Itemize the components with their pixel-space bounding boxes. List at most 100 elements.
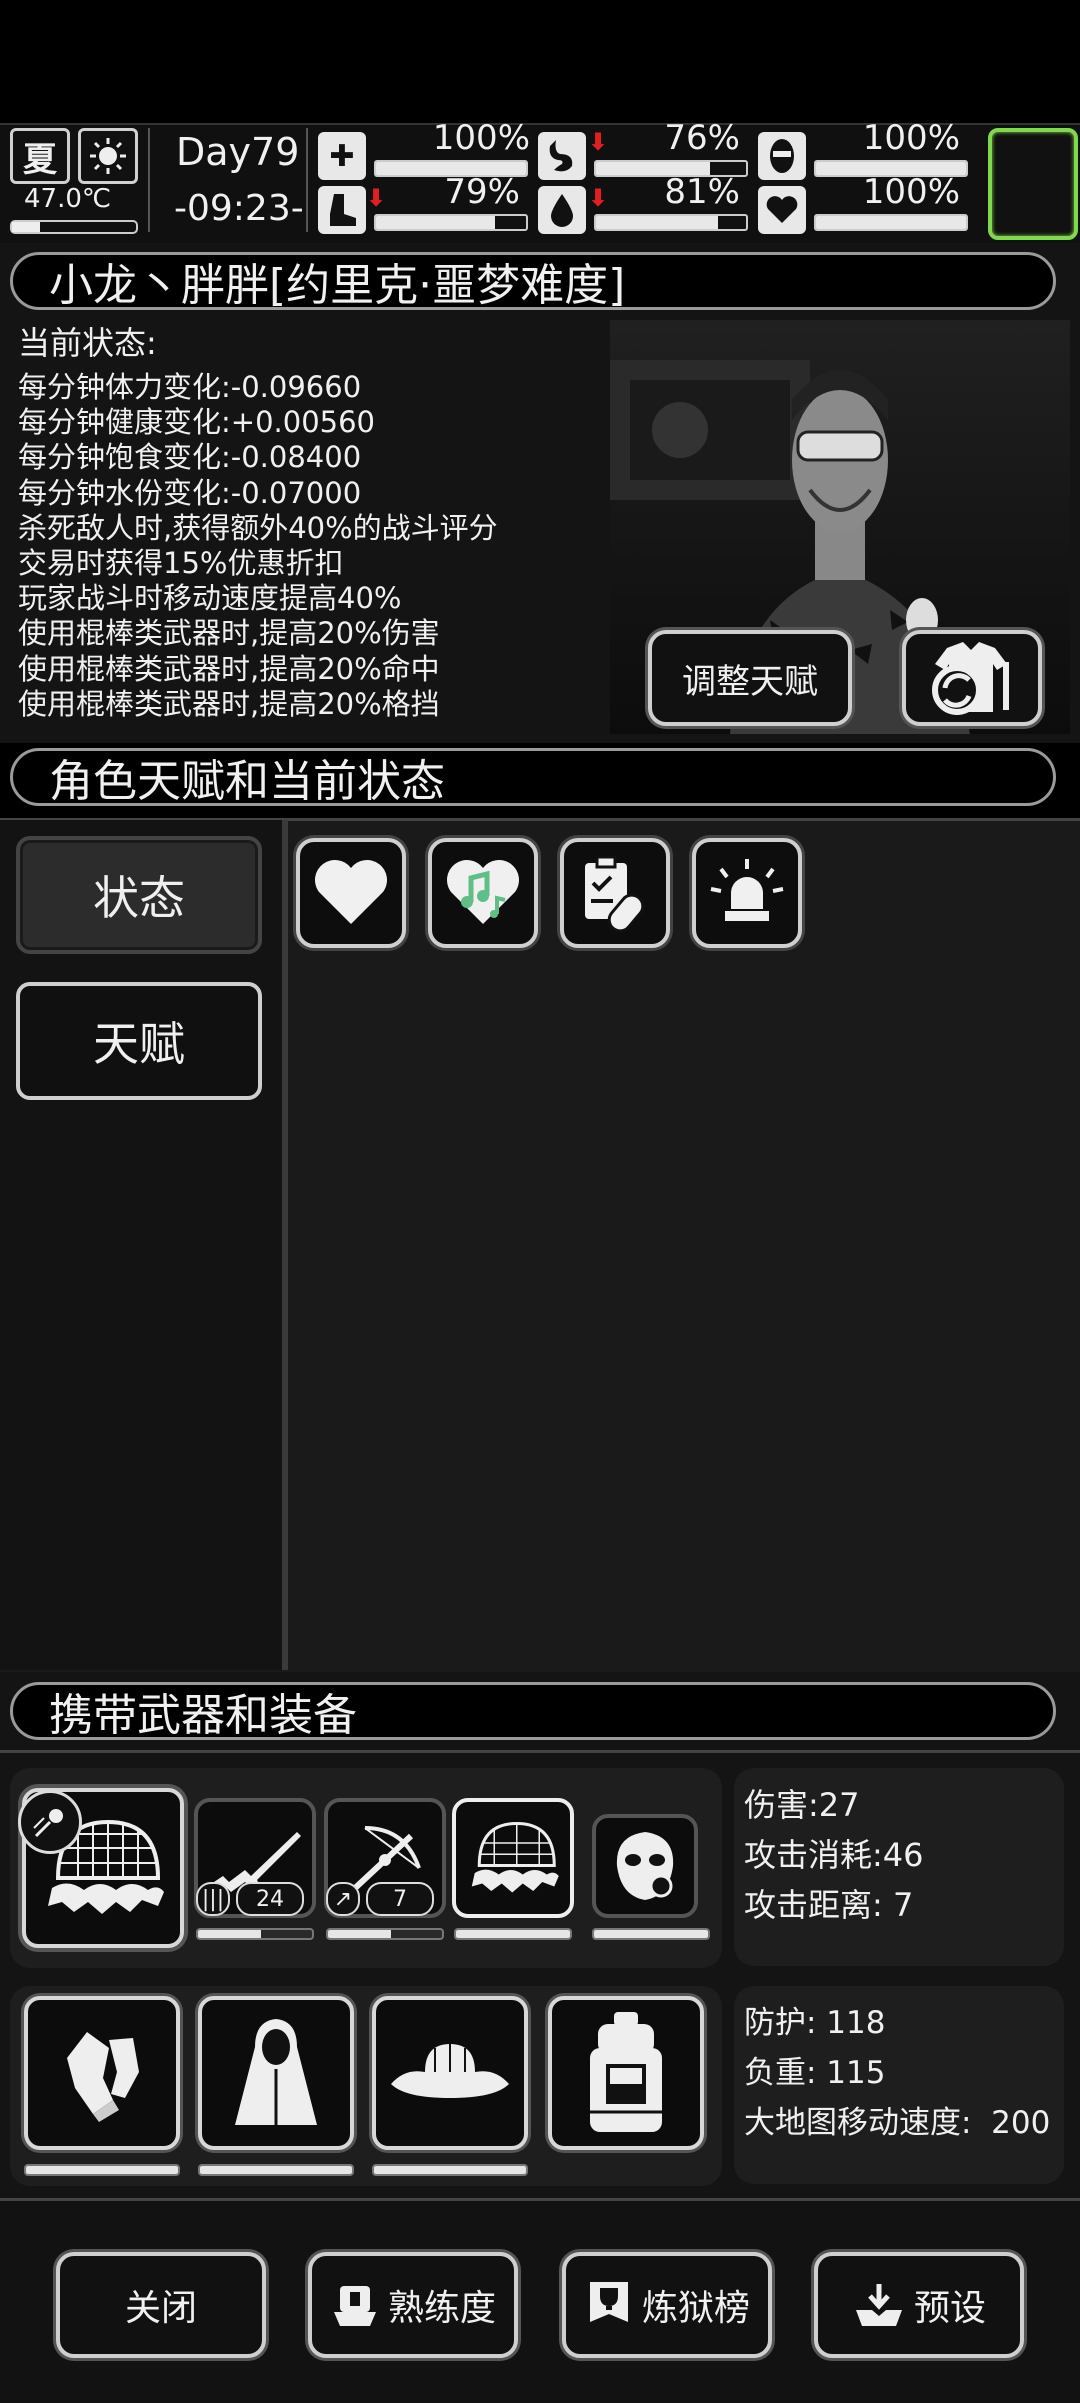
- day-counter: Day79: [176, 130, 300, 174]
- gloves-durability: [24, 2164, 180, 2176]
- medkit-icon: ✚: [318, 132, 366, 180]
- proficiency-icon: [333, 2286, 376, 2326]
- proficiency-label: 熟练度: [387, 2288, 496, 2329]
- weapon-slot-net-selected[interactable]: [452, 1798, 574, 1918]
- water-drop-icon: [538, 186, 586, 234]
- preset-button[interactable]: 预设: [814, 2252, 1024, 2358]
- season-indicator: 夏: [10, 128, 70, 184]
- water-value: 81%: [664, 172, 740, 212]
- straw-hat-icon: [391, 2044, 509, 2098]
- music-heart-icon: [447, 860, 519, 924]
- status-line: 使用棍棒类武器时,提高20%格挡: [18, 686, 440, 721]
- armor-slot-backpack[interactable]: [548, 1996, 704, 2150]
- tab-status[interactable]: 状态: [16, 836, 262, 954]
- proficiency-button[interactable]: 熟练度: [308, 2252, 518, 2358]
- preset-download-icon: [855, 2284, 902, 2326]
- stamina-bar: [374, 214, 528, 231]
- status-line: 每分钟健康变化:+0.00560: [18, 405, 375, 440]
- stamina-value: 79%: [444, 172, 520, 212]
- armor-slot-gloves[interactable]: [24, 1996, 180, 2150]
- status-line: 使用棍棒类武器时,提高20%命中: [18, 651, 440, 686]
- divider: [306, 128, 308, 232]
- status-line: 每分钟体力变化:-0.09660: [18, 370, 362, 404]
- clock-time: -09:23-: [174, 188, 304, 229]
- status-line: 每分钟水份变化:-0.07000: [18, 475, 362, 510]
- cloak-icon: [235, 2019, 317, 2125]
- map-speed-label: 大地图移动速度:: [744, 2105, 972, 2141]
- heart-icon: [758, 186, 806, 234]
- health-value: 100%: [432, 118, 530, 158]
- vitality-value: 100%: [862, 172, 960, 212]
- hunger-value: 76%: [664, 118, 740, 158]
- mood-status-tile[interactable]: [428, 838, 538, 948]
- throw-icon: [18, 1790, 82, 1854]
- divider: [0, 1750, 1080, 1753]
- alarm-status-tile[interactable]: [692, 838, 802, 948]
- weapon-stats: 伤害:27 攻击消耗:46 攻击距离: 7: [734, 1768, 1064, 1966]
- damage-value: 27: [818, 1786, 860, 1824]
- heart-status-tile[interactable]: [296, 838, 406, 948]
- defense-label: 防护:: [744, 2005, 817, 2041]
- backpack-icon: [590, 2012, 662, 2132]
- vitality-bar: [814, 214, 968, 231]
- stomach-icon: [538, 132, 586, 180]
- load-label: 负重:: [744, 2055, 817, 2091]
- armor-stats: 防护: 118 负重: 115 大地图移动速度: 200: [734, 1986, 1064, 2184]
- thermometer-icon: [10, 220, 138, 234]
- attack-range-label: 攻击距离:: [744, 1886, 883, 1924]
- ammo-icon: |||: [196, 1882, 230, 1916]
- adjust-talent-button[interactable]: 调整天赋: [648, 630, 852, 726]
- map-speed-value: 200: [971, 2105, 1051, 2141]
- mask-durability: [592, 1928, 710, 1940]
- attack-cost-label: 攻击消耗:: [744, 1836, 883, 1874]
- medicine-status-tile[interactable]: [560, 838, 670, 948]
- rifle-durability: [196, 1928, 314, 1940]
- tab-talent[interactable]: 天赋: [16, 982, 262, 1100]
- crossbow-durability: [326, 1928, 444, 1940]
- sun-icon: [78, 128, 138, 184]
- boot-icon: [318, 186, 366, 234]
- trophy-banner-icon: [589, 2282, 628, 2322]
- outfit-swap-icon: [932, 642, 1009, 715]
- net-trap-icon: [471, 1821, 559, 1893]
- alarm-light-icon: [710, 859, 784, 921]
- equipment-slot-mask[interactable]: [592, 1814, 698, 1918]
- water-bar: [594, 214, 748, 231]
- status-line: 杀死敌人时,获得额外40%的战斗评分: [18, 510, 498, 545]
- cloak-durability: [198, 2164, 354, 2176]
- rifle-ammo-count: 24: [236, 1882, 304, 1916]
- defense-value: 118: [816, 2005, 886, 2041]
- change-outfit-button[interactable]: [902, 630, 1042, 726]
- load-value: 115: [816, 2055, 886, 2091]
- preset-label: 预设: [913, 2288, 986, 2329]
- status-line: 使用棍棒类武器时,提高20%伤害: [18, 616, 440, 651]
- gloves-icon: [67, 2032, 139, 2122]
- talents-header: 角色天赋和当前状态: [10, 748, 1056, 807]
- mask-icon: [758, 132, 806, 180]
- temperature-label: 47.0℃: [24, 184, 112, 214]
- status-line: 交易时获得15%优惠折扣: [18, 546, 344, 581]
- divider: [148, 128, 150, 232]
- status-line: 玩家战斗时移动速度提高40%: [18, 581, 402, 616]
- close-button[interactable]: 关闭: [56, 2252, 266, 2358]
- character-title: 小龙丶胖胖[约里克·噩梦难度]: [10, 252, 1056, 311]
- ranking-label: 炼狱榜: [641, 2288, 750, 2329]
- crossbow-ammo-count: 7: [366, 1882, 434, 1916]
- attack-cost-value: 46: [882, 1836, 924, 1874]
- ranking-button[interactable]: 炼狱榜: [562, 2252, 772, 2358]
- hat-durability: [372, 2164, 528, 2176]
- damage-label: 伤害:: [744, 1786, 819, 1824]
- armor-slot-cloak[interactable]: [198, 1996, 354, 2150]
- mood-value: 100%: [862, 118, 960, 158]
- gas-mask-icon: [616, 1832, 674, 1900]
- status-heading: 当前状态:: [18, 324, 157, 362]
- net-durability: [454, 1928, 572, 1940]
- status-line: 每分钟饱食变化:-0.08400: [18, 440, 362, 475]
- clipboard-pill-icon: [585, 855, 645, 933]
- attack-range-value: 7: [882, 1886, 914, 1924]
- status-lines: 每分钟体力变化:-0.09660 每分钟健康变化:+0.00560 每分钟饱食变…: [18, 370, 498, 722]
- quick-slot-button[interactable]: [988, 128, 1078, 240]
- heart-icon: [315, 860, 387, 924]
- armor-slot-hat[interactable]: [372, 1996, 528, 2150]
- arrow-icon: ↗: [326, 1882, 360, 1916]
